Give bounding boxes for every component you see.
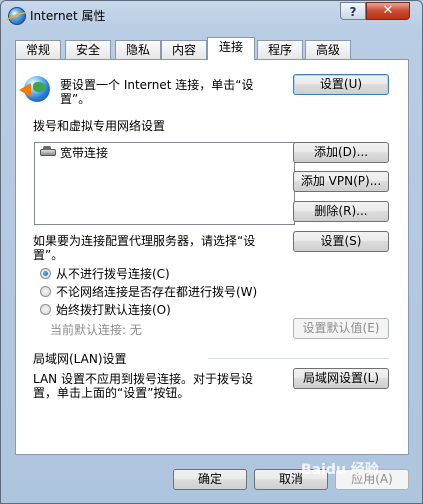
current-default-connection: 当前默认连接: 无 bbox=[50, 323, 142, 337]
tab-privacy[interactable]: 隐私 bbox=[115, 40, 161, 59]
modem-icon bbox=[40, 146, 56, 156]
add-vpn-button[interactable]: 添加 VPN(P)... bbox=[293, 171, 389, 192]
dialup-connection-list[interactable]: 宽带连接 bbox=[34, 142, 295, 225]
internet-properties-window: Internet 属性 ? ✕ 常规 安全 隐私 内容 连接 程序 高级 要设置… bbox=[0, 0, 423, 504]
lan-settings-button[interactable]: 局域网设置(L) bbox=[293, 368, 389, 389]
setup-button[interactable]: 设置(U) bbox=[293, 74, 389, 95]
help-button[interactable]: ? bbox=[340, 2, 366, 20]
connections-panel: 要设置一个 Internet 连接，单击“设 置”。 设置(U) 拨号和虚拟专用… bbox=[15, 59, 409, 455]
lan-heading: 局域网(LAN)设置 bbox=[33, 352, 127, 366]
tab-connections[interactable]: 连接 bbox=[207, 37, 255, 60]
dialup-vpn-heading: 拨号和虚拟专用网络设置 bbox=[33, 119, 166, 133]
dialup-settings-button[interactable]: 设置(S) bbox=[293, 231, 389, 252]
tab-programs[interactable]: 程序 bbox=[257, 40, 303, 59]
always-dial-default-label[interactable]: 始终拨打默认连接(O) bbox=[56, 301, 171, 318]
never-dial-label[interactable]: 从不进行拨号连接(C) bbox=[56, 265, 170, 282]
always-dial-default-radio[interactable] bbox=[40, 304, 51, 315]
remove-connection-button[interactable]: 删除(R)... bbox=[293, 201, 389, 222]
proxy-text-line2: 置”。 bbox=[33, 248, 64, 262]
tab-general[interactable]: 常规 bbox=[15, 40, 61, 59]
dial-whenever-label[interactable]: 不论网络连接是否存在都进行拨号(W) bbox=[56, 283, 257, 300]
title-bar[interactable]: Internet 属性 ? ✕ bbox=[1, 1, 422, 31]
never-dial-radio[interactable] bbox=[40, 268, 51, 279]
setup-text-line2: 置”。 bbox=[60, 92, 91, 106]
tab-strip: 常规 安全 隐私 内容 连接 程序 高级 bbox=[15, 37, 415, 60]
tab-security[interactable]: 安全 bbox=[65, 40, 111, 59]
baidu-watermark: Baidu 经验 bbox=[301, 462, 379, 478]
window-title: Internet 属性 bbox=[30, 9, 106, 23]
dial-whenever-radio[interactable] bbox=[40, 286, 51, 297]
internet-explorer-icon bbox=[8, 7, 26, 25]
lan-text-line2: 置，单击上面的“设置”按钮。 bbox=[33, 386, 190, 400]
list-item[interactable]: 宽带连接 bbox=[60, 144, 108, 161]
connect-arrow-icon bbox=[19, 83, 31, 97]
lan-separator bbox=[208, 358, 389, 359]
close-button[interactable]: ✕ bbox=[366, 2, 410, 20]
proxy-text-line1: 如果要为连接配置代理服务器，请选择“设 bbox=[33, 234, 256, 248]
set-default-button[interactable]: 设置默认值(E) bbox=[293, 318, 389, 339]
add-connection-button[interactable]: 添加(D)... bbox=[293, 142, 389, 163]
tab-advanced[interactable]: 高级 bbox=[305, 40, 351, 59]
ok-button[interactable]: 确定 bbox=[173, 469, 247, 490]
tab-content[interactable]: 内容 bbox=[161, 40, 207, 59]
